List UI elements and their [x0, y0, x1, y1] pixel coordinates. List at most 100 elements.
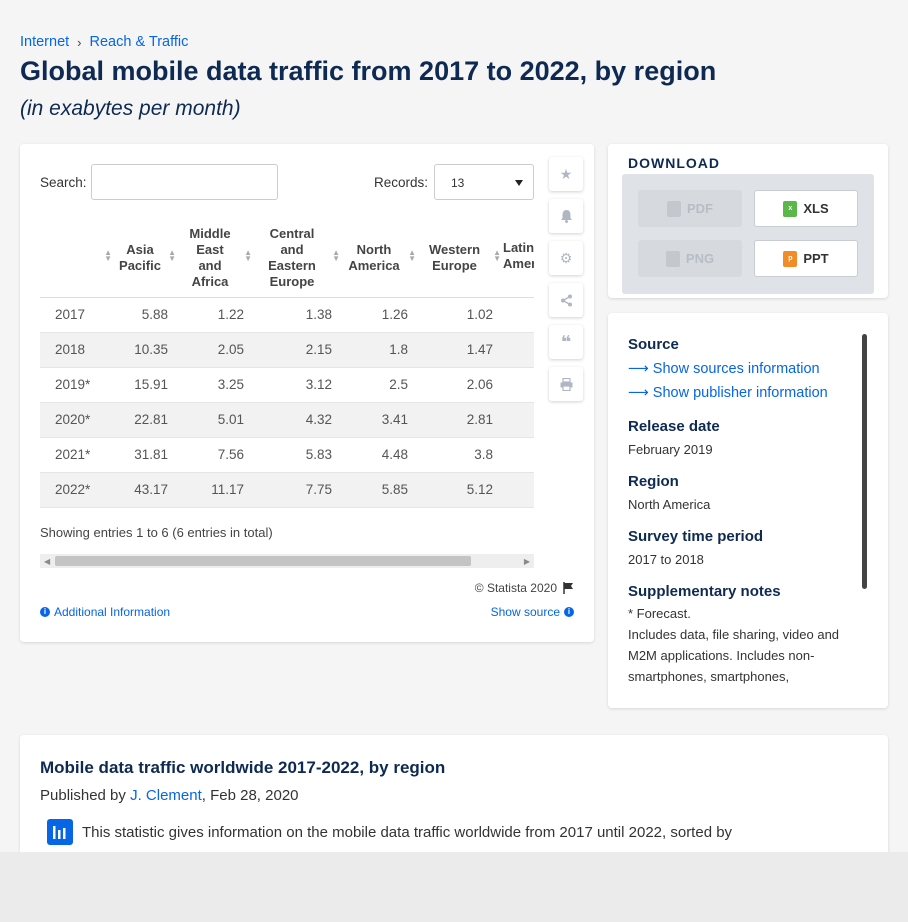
- value-cell: 1.47: [416, 332, 501, 368]
- show-sources-link[interactable]: ⟶ Show sources information: [628, 361, 820, 377]
- header-north-america[interactable]: North America ▲ ▼: [340, 220, 416, 298]
- value-cell: 7.56: [176, 437, 252, 473]
- png-download-button: PNG: [638, 240, 742, 277]
- header-year[interactable]: ▲ ▼: [40, 220, 112, 298]
- arrow-right-icon: ⟶: [628, 385, 649, 401]
- scroll-left-icon[interactable]: ◀: [44, 557, 50, 566]
- print-button[interactable]: [549, 367, 583, 401]
- source-scrollbar[interactable]: [862, 334, 867, 589]
- sort-icon: ▲ ▼: [244, 248, 252, 263]
- header-latin-america[interactable]: Latin America: [501, 220, 534, 298]
- source-label: Source: [628, 336, 679, 353]
- value-cell: 3.25: [176, 367, 252, 403]
- flag-icon[interactable]: [563, 582, 574, 594]
- year-cell: 2019*: [40, 367, 112, 403]
- value-cell: 11.17: [176, 472, 252, 508]
- header-label: Middle East and Africa: [189, 226, 231, 290]
- png-file-icon: [665, 250, 680, 267]
- ppt-download-button[interactable]: p PPT: [754, 240, 858, 277]
- value-cell: 2.15: [252, 332, 340, 368]
- bell-icon: [560, 210, 572, 223]
- clipped-cell: [501, 367, 534, 403]
- value-cell: 5.83: [252, 437, 340, 473]
- value-cell: 31.81: [112, 437, 176, 473]
- search-input[interactable]: [91, 164, 278, 200]
- value-cell: 4.32: [252, 402, 340, 438]
- year-cell: 2017: [40, 297, 112, 333]
- year-cell: 2018: [40, 332, 112, 368]
- share-button[interactable]: [549, 283, 583, 317]
- header-western-europe[interactable]: Western Europe ▲ ▼: [416, 220, 501, 298]
- cite-button[interactable]: ❝: [549, 325, 583, 359]
- png-label: PNG: [685, 251, 715, 266]
- toolbar: ★ ⚙ ❝: [549, 157, 583, 401]
- publish-date: , Feb 28, 2020: [201, 787, 299, 804]
- table-row: 2022* 43.17 11.17 7.75 5.85 5.12: [40, 472, 534, 508]
- year-cell: 2021*: [40, 437, 112, 473]
- ppt-file-icon: p: [783, 250, 798, 267]
- value-cell: 2.06: [416, 367, 501, 403]
- sort-icon: ▲ ▼: [104, 248, 112, 263]
- value-cell: 1.26: [340, 297, 416, 333]
- header-label: North America: [348, 242, 400, 274]
- xls-download-button[interactable]: x XLS: [754, 190, 858, 227]
- pdf-file-icon: [667, 200, 681, 217]
- value-cell: 2.5: [340, 367, 416, 403]
- sort-icon: ▲ ▼: [408, 248, 416, 263]
- value-cell: 1.22: [176, 297, 252, 333]
- notification-button[interactable]: [549, 199, 583, 233]
- quote-icon: ❝: [560, 331, 572, 352]
- print-icon: [560, 377, 572, 391]
- copyright: © Statista 2020: [475, 581, 574, 595]
- page-subtitle: (in exabytes per month): [20, 97, 241, 120]
- horizontal-scrollbar[interactable]: ◀ ▶: [40, 554, 534, 568]
- additional-information-link[interactable]: i Additional Information: [40, 605, 170, 619]
- info-icon: i: [40, 607, 50, 617]
- bar-chart-icon: [47, 819, 73, 845]
- header-label: Asia Pacific: [119, 242, 161, 274]
- search-label: Search:: [40, 175, 87, 190]
- breadcrumb-internet[interactable]: Internet: [20, 34, 69, 50]
- bottom-bar: [0, 852, 908, 922]
- header-middle-east-africa[interactable]: Middle East and Africa ▲ ▼: [176, 220, 252, 298]
- show-sources-label: Show sources information: [652, 361, 820, 377]
- download-card: DOWNLOAD PDF x XLS PNG p PPT: [608, 144, 888, 298]
- header-asia-pacific[interactable]: Asia Pacific ▲ ▼: [112, 220, 176, 298]
- download-area: PDF x XLS PNG p PPT: [622, 174, 874, 294]
- favorite-button[interactable]: ★: [549, 157, 583, 191]
- show-publisher-link[interactable]: ⟶ Show publisher information: [628, 385, 828, 401]
- records-label: Records:: [374, 175, 429, 190]
- table-row: 2017 5.88 1.22 1.38 1.26 1.02: [40, 297, 534, 333]
- additional-info-label: Additional Information: [54, 605, 171, 619]
- clipped-cell: [501, 402, 534, 438]
- header-label: Western Europe: [428, 242, 481, 274]
- scrollbar-thumb[interactable]: [55, 556, 471, 566]
- value-cell: 5.12: [416, 472, 501, 508]
- author-link[interactable]: J. Clement: [130, 787, 202, 804]
- sort-icon: ▲ ▼: [493, 248, 501, 263]
- value-cell: 5.85: [340, 472, 416, 508]
- clipped-cell: [501, 297, 534, 333]
- value-cell: 22.81: [112, 402, 176, 438]
- scroll-right-icon[interactable]: ▶: [524, 557, 530, 566]
- value-cell: 3.8: [416, 437, 501, 473]
- published-by: Published by J. Clement, Feb 28, 2020: [40, 787, 299, 804]
- breadcrumb-separator: ›: [77, 34, 82, 50]
- release-date-label: Release date: [628, 418, 720, 435]
- header-central-eastern-europe[interactable]: Central and Eastern Europe ▲ ▼: [252, 220, 340, 298]
- table-row: 2018 10.35 2.05 2.15 1.8 1.47: [40, 332, 534, 368]
- show-source-label: Show source: [490, 605, 560, 619]
- clipped-cell: [501, 332, 534, 368]
- year-cell: 2022*: [40, 472, 112, 508]
- records-select[interactable]: 13: [434, 164, 534, 200]
- xls-label: XLS: [803, 201, 829, 216]
- show-source-link[interactable]: Show source i: [491, 605, 574, 619]
- breadcrumb-reach-traffic[interactable]: Reach & Traffic: [90, 34, 189, 50]
- published-by-label: Published by: [40, 787, 131, 804]
- table-card: Search: Records: 13 ▲ ▼ Asia Pacific ▲ ▼ Mi…: [20, 144, 594, 642]
- value-cell: 5.88: [112, 297, 176, 333]
- value-cell: 7.75: [252, 472, 340, 508]
- pdf-download-button: PDF: [638, 190, 742, 227]
- survey-period-label: Survey time period: [628, 528, 764, 545]
- settings-button[interactable]: ⚙: [549, 241, 583, 275]
